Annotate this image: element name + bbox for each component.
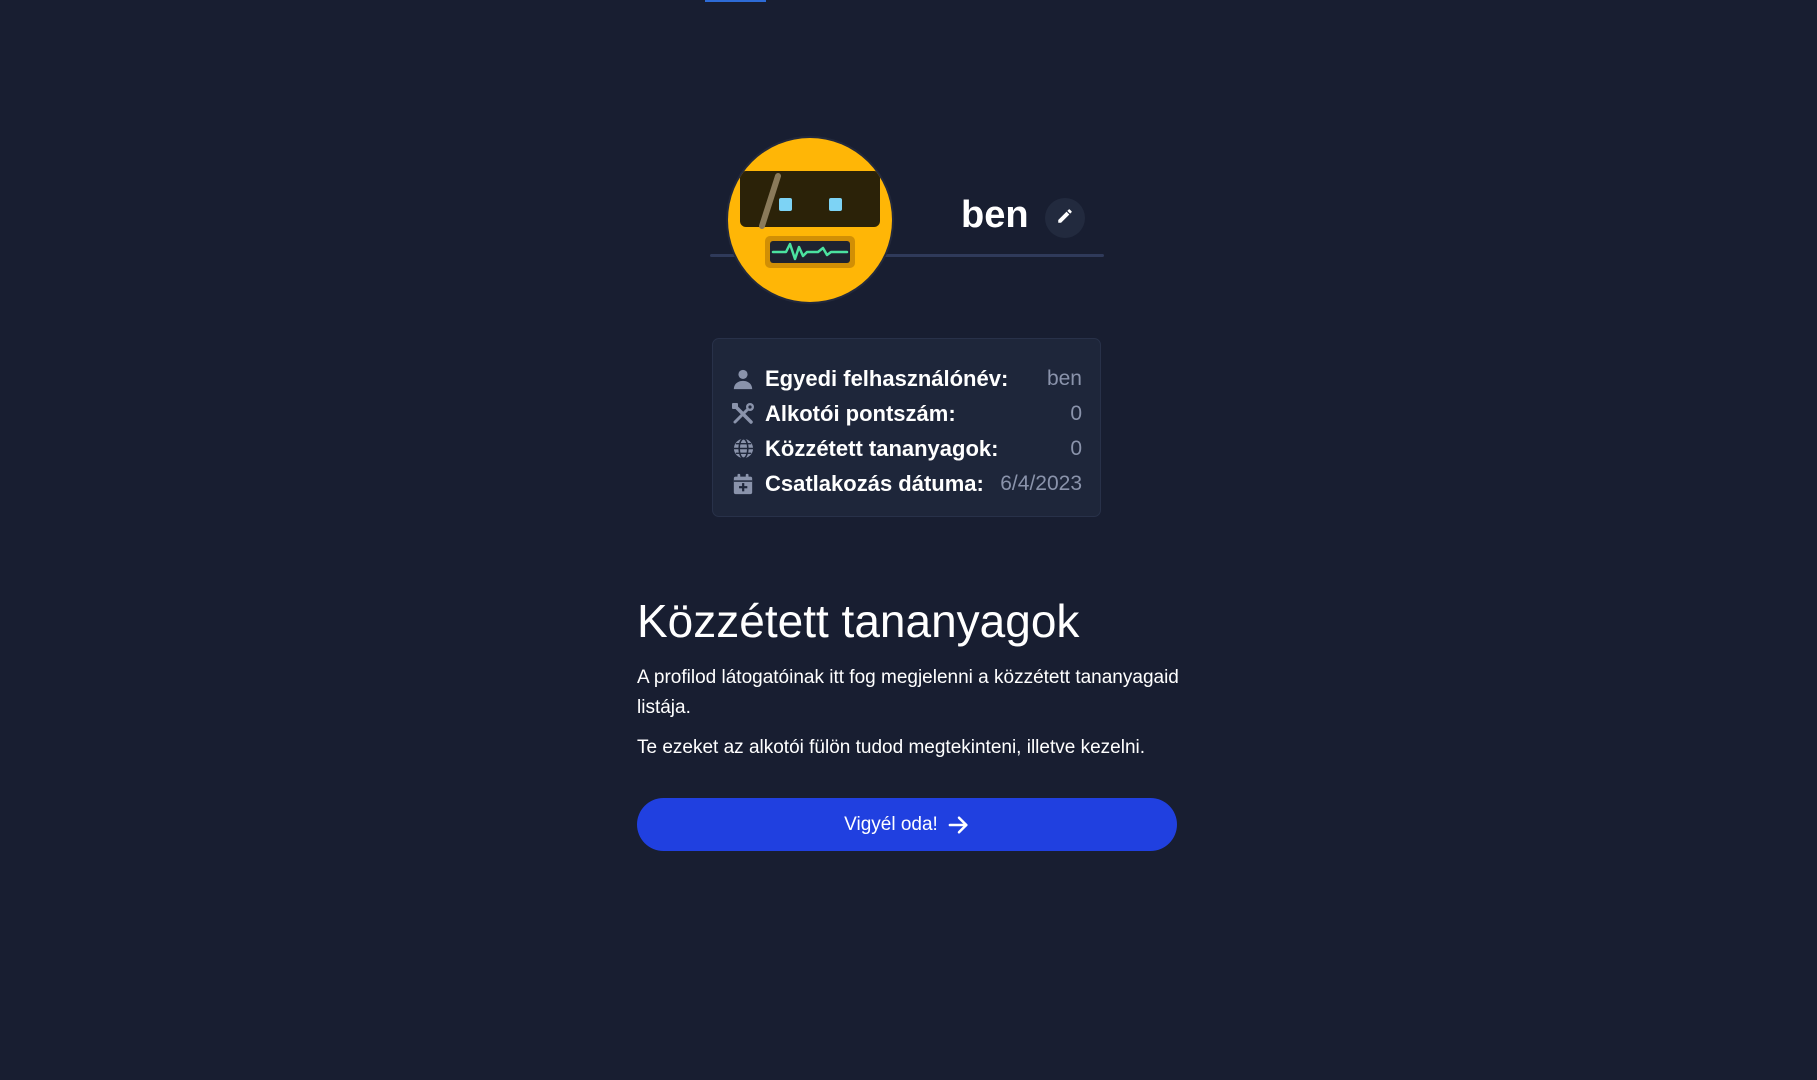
section-description: A profilod látogatóinak itt fog megjelen… (637, 667, 1179, 719)
active-tab-indicator (705, 0, 766, 2)
info-label: Közzétett tananyagok: (765, 435, 999, 461)
section-title: Közzétett tananyagok (637, 595, 1080, 647)
pencil-icon (1056, 207, 1074, 230)
info-row-creator-score: Alkotói pontszám: 0 (731, 396, 1082, 431)
calendar-plus-icon (731, 472, 755, 496)
info-label: Alkotói pontszám: (765, 400, 956, 426)
info-row-join-date: Csatlakozás dátuma: 6/4/2023 (731, 466, 1082, 501)
info-value: 0 (1070, 401, 1082, 425)
arrow-right-icon (948, 815, 970, 835)
info-row-username: Egyedi felhasználónév: ben (731, 361, 1082, 396)
globe-icon (731, 437, 755, 461)
info-value: 0 (1070, 436, 1082, 460)
robot-avatar-icon (728, 138, 892, 302)
info-row-published: Közzétett tananyagok: 0 (731, 431, 1082, 466)
profile-header: ben (710, 138, 1104, 302)
user-icon (731, 367, 755, 391)
info-label: Csatlakozás dátuma: (765, 470, 984, 496)
edit-username-button[interactable] (1045, 198, 1085, 238)
info-label: Egyedi felhasználónév: (765, 365, 1009, 391)
go-there-button[interactable]: Vigyél oda! (637, 798, 1177, 851)
tools-icon (731, 402, 755, 426)
button-label: Vigyél oda! (844, 813, 938, 835)
published-materials-section: Közzétett tananyagok A profilod látogató… (637, 594, 1182, 763)
info-value: ben (1046, 366, 1082, 390)
profile-username: ben (961, 194, 1029, 236)
info-value: 6/4/2023 (1000, 471, 1082, 495)
profile-info-card: Egyedi felhasználónév: ben Alkotói ponts… (712, 338, 1101, 517)
section-hint: Te ezeket az alkotói fülön tudod megteki… (637, 737, 1146, 759)
